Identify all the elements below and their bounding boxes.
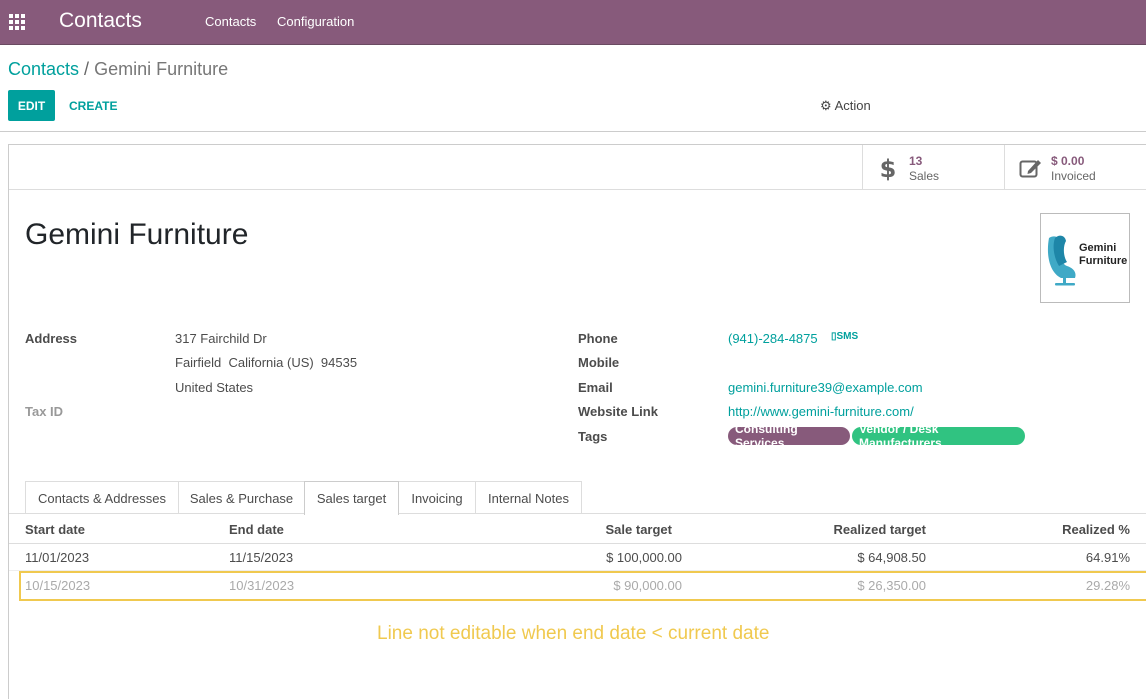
website-link[interactable]: http://www.gemini-furniture.com/ — [728, 404, 914, 419]
tab-sales-purchase[interactable]: Sales & Purchase — [178, 481, 305, 514]
email-label: Email — [578, 380, 613, 395]
breadcrumb: Contacts / Gemini Furniture — [8, 59, 228, 80]
apps-menu-icon[interactable] — [9, 14, 25, 30]
col-start-date[interactable]: Start date — [25, 522, 85, 537]
website-label: Website Link — [578, 404, 658, 419]
tag-consulting-services[interactable]: Consulting Services — [728, 422, 850, 450]
sms-label: SMS — [836, 331, 859, 342]
gear-icon: ⚙ — [820, 98, 832, 113]
action-label: Action — [834, 98, 871, 113]
top-navbar: Contacts Contacts Configuration — [0, 0, 1146, 45]
taxid-label: Tax ID — [25, 404, 64, 419]
col-realized-percent[interactable]: Realized % — [930, 522, 1130, 537]
address-line-2: Fairfield California (US) 94535 — [175, 355, 358, 370]
control-panel: Contacts / Gemini Furniture EDIT CREATE ⚙ … — [0, 45, 1146, 132]
tab-sales-target[interactable]: Sales target — [304, 481, 399, 515]
tag-vendor-desk-manufacturers[interactable]: Vendor / Desk Manufacturers — [852, 422, 1025, 450]
tab-internal-notes[interactable]: Internal Notes — [475, 481, 582, 514]
table-header-rule — [9, 543, 1146, 544]
col-realized-target[interactable]: Realized target — [726, 522, 926, 537]
start-date-cell: 11/01/2023 — [25, 550, 90, 565]
invoiced-amount: $ 0.00 — [1051, 154, 1085, 168]
realized-target-cell: $ 64,908.50 — [857, 550, 926, 565]
menu-configuration[interactable]: Configuration — [277, 14, 354, 29]
address-label: Address — [25, 331, 78, 346]
partner-logo[interactable]: Gemini Furniture — [1040, 213, 1130, 303]
sales-smart-button[interactable]: $ 13 Sales — [862, 145, 1005, 189]
address-line-3: United States — [175, 380, 254, 395]
address-line-1: 317 Fairchild Dr — [175, 331, 267, 346]
invoiced-label: Invoiced — [1051, 169, 1096, 183]
end-date-cell: 11/15/2023 — [229, 550, 294, 565]
form-sheet: $ 13 Sales $ 0.00 Invoiced Gemini Furnit… — [8, 144, 1146, 699]
tab-contacts-addresses[interactable]: Contacts & Addresses — [25, 481, 179, 514]
sms-button[interactable]: ▯SMS — [831, 331, 858, 342]
tab-divider — [9, 513, 1146, 514]
tab-invoicing[interactable]: Invoicing — [398, 481, 476, 514]
annotation-note: Line not editable when end date < curren… — [377, 623, 770, 644]
breadcrumb-contacts-link[interactable]: Contacts — [8, 59, 79, 79]
partner-name: Gemini Furniture — [25, 218, 249, 251]
phone-label: Phone — [578, 331, 618, 346]
app-title: Contacts — [59, 9, 142, 32]
sales-label: Sales — [909, 169, 940, 183]
pencil-square-icon — [1019, 160, 1041, 178]
menu-contacts[interactable]: Contacts — [205, 14, 256, 29]
button-box: $ 13 Sales $ 0.00 Invoiced — [9, 145, 1146, 190]
invoiced-smart-button[interactable]: $ 0.00 Invoiced — [1004, 145, 1146, 189]
svg-text:$: $ — [880, 155, 897, 182]
email-link[interactable]: gemini.furniture39@example.com — [728, 380, 923, 395]
sale-target-cell: $ 100,000.00 — [606, 550, 682, 565]
logo-text: Gemini Furniture — [1079, 242, 1128, 267]
breadcrumb-current: Gemini Furniture — [94, 59, 229, 79]
col-end-date[interactable]: End date — [229, 522, 284, 537]
edit-button[interactable]: EDIT — [8, 90, 55, 121]
action-dropdown[interactable]: ⚙ Action — [820, 98, 871, 114]
tags-label: Tags — [578, 429, 608, 444]
create-button[interactable]: CREATE — [69, 99, 117, 113]
breadcrumb-separator: / — [84, 59, 90, 79]
readonly-row-highlight — [19, 571, 1146, 601]
phone-link[interactable]: (941)-284-4875 — [728, 331, 818, 346]
sales-count: 13 — [909, 154, 923, 168]
dollar-icon: $ — [880, 155, 897, 182]
realized-percent-cell: 64.91% — [1085, 550, 1130, 565]
mobile-label: Mobile — [578, 355, 620, 370]
col-sale-target[interactable]: Sale target — [472, 522, 672, 537]
